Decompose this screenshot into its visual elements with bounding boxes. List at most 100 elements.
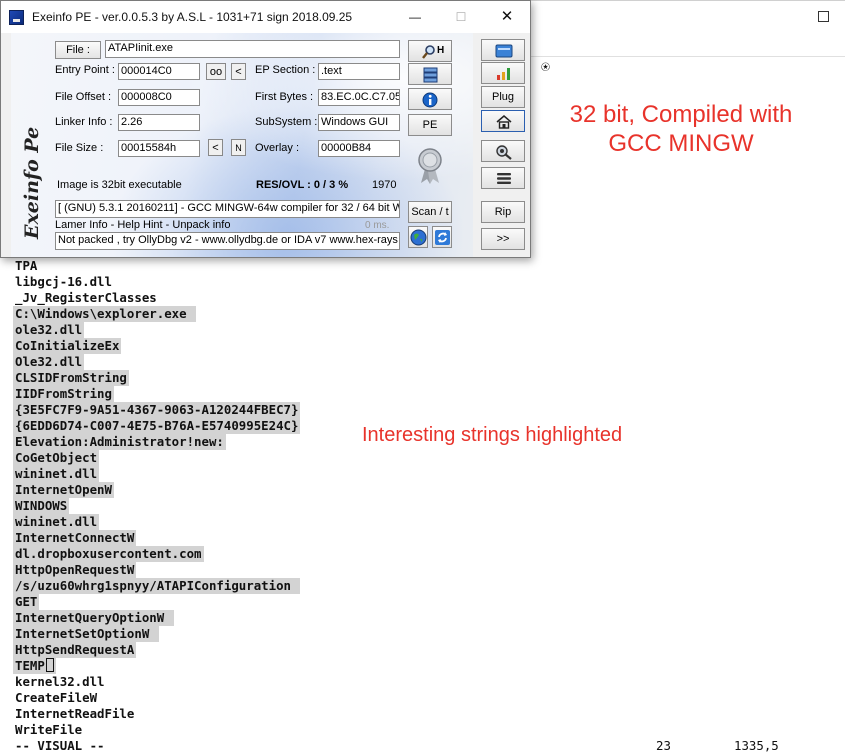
globe-icon xyxy=(410,229,427,246)
strings-line[interactable]: C:\Windows\explorer.exe xyxy=(13,306,197,322)
scan-button[interactable]: Scan / t xyxy=(408,201,452,223)
rip-button[interactable]: Rip xyxy=(481,201,525,223)
strings-line[interactable]: _Jv_RegisterClasses xyxy=(13,290,159,306)
window-title: Exeinfo PE - ver.0.0.5.3 by A.S.L - 1031… xyxy=(32,10,353,24)
strings-line[interactable]: TPA xyxy=(13,258,39,274)
sections-button[interactable] xyxy=(408,63,452,85)
unpack-hint-field[interactable]: Not packed , try OllyDbg v2 - www.ollydb… xyxy=(55,232,400,250)
exeinfo-titlebar[interactable]: Exeinfo PE - ver.0.0.5.3 by A.S.L - 1031… xyxy=(1,1,530,33)
size-prev-button[interactable]: < xyxy=(208,139,223,156)
entry-point-label: Entry Point : xyxy=(55,64,115,76)
plug-button[interactable]: Plug xyxy=(481,86,525,108)
strings-line[interactable]: wininet.dll xyxy=(13,466,100,482)
info-button[interactable] xyxy=(408,88,452,110)
search-hotkey: H xyxy=(437,45,445,56)
maximize-button[interactable]: ☐ xyxy=(438,1,484,33)
first-bytes-label: First Bytes : xyxy=(255,91,314,103)
year-text: 1970 xyxy=(372,179,397,191)
refresh-button[interactable] xyxy=(432,226,452,248)
app-icon xyxy=(9,10,24,25)
lamer-info-link[interactable]: Lamer Info - Help Hint - Unpack info xyxy=(55,219,230,231)
size-n-button[interactable]: N xyxy=(231,139,246,156)
folder-icon xyxy=(495,44,513,58)
strings-line[interactable]: ole32.dll xyxy=(13,322,85,338)
strings-line[interactable]: {6EDD6D74-C007-4E75-B76A-E5740995E24C} xyxy=(13,418,301,434)
exeinfo-logo: Exeinfo Pe xyxy=(21,127,43,240)
strings-line[interactable]: CoInitializeEx xyxy=(13,338,122,354)
exeinfo-client: Exeinfo Pe File : ATAPIinit.exe Entry Po… xyxy=(1,33,530,257)
info-icon xyxy=(422,92,438,108)
res-ovl-text: RES/OVL : 0 / 3 % xyxy=(256,179,349,191)
home-button[interactable] xyxy=(481,110,525,132)
strings-line[interactable]: InternetSetOptionW xyxy=(13,626,159,642)
subsystem-field[interactable]: Windows GUI xyxy=(318,114,400,131)
overlay-field[interactable]: 00000B84 xyxy=(318,140,400,157)
search-button[interactable]: H xyxy=(408,40,452,62)
strings-line[interactable]: InternetOpenW xyxy=(13,482,114,498)
file-size-field[interactable]: 00015584h xyxy=(118,140,200,157)
stack-icon xyxy=(423,67,438,83)
minimize-button[interactable]: — xyxy=(392,1,438,33)
bar-chart-icon xyxy=(497,68,510,80)
text-cursor xyxy=(45,658,54,672)
strings-line[interactable]: HttpOpenRequestW xyxy=(13,562,137,578)
strings-line[interactable]: IIDFromString xyxy=(13,386,114,402)
strings-line[interactable]: InternetQueryOptionW xyxy=(13,610,174,626)
strings-line[interactable]: Elevation:Administrator!new: xyxy=(13,434,226,450)
status-column: 23 xyxy=(656,738,671,753)
strings-line[interactable]: WriteFile xyxy=(13,722,84,738)
strings-line[interactable]: wininet.dll xyxy=(13,514,100,530)
cursor-icon: ⍟ xyxy=(541,58,551,76)
background-toolbar xyxy=(530,56,845,78)
image-info-text: Image is 32bit executable xyxy=(57,179,182,191)
file-button[interactable]: File : xyxy=(55,41,101,59)
overlay-label: Overlay : xyxy=(255,142,300,154)
menu-icon xyxy=(497,173,511,184)
status-mode: -- VISUAL -- xyxy=(15,738,105,753)
home-icon xyxy=(496,115,512,129)
strings-line[interactable]: GET xyxy=(13,594,40,610)
first-bytes-field[interactable]: 83.EC.0C.C7.05 xyxy=(318,89,400,106)
open-button[interactable] xyxy=(481,39,525,61)
strings-line[interactable]: Ole32.dll xyxy=(13,354,85,370)
file-size-label: File Size : xyxy=(55,142,104,154)
stats-button[interactable] xyxy=(481,62,525,84)
menu-button[interactable] xyxy=(481,167,525,189)
refresh-icon xyxy=(435,230,450,245)
file-offset-label: File Offset : xyxy=(55,91,112,103)
strings-line[interactable]: WINDOWS xyxy=(13,498,70,514)
svg-text:Exeinfo Pe: Exeinfo Pe xyxy=(21,127,43,240)
strings-line[interactable]: CLSIDFromString xyxy=(13,370,129,386)
linker-info-field[interactable]: 2.26 xyxy=(118,114,200,131)
strings-line[interactable]: HttpSendRequestA xyxy=(13,642,137,658)
web-button[interactable] xyxy=(408,226,428,248)
close-button[interactable]: ✕ xyxy=(484,1,530,33)
exeinfo-window: Exeinfo PE - ver.0.0.5.3 by A.S.L - 1031… xyxy=(0,0,531,258)
strings-line[interactable]: kernel32.dll xyxy=(13,674,107,690)
file-offset-field[interactable]: 000008C0 xyxy=(118,89,200,106)
subsystem-label: SubSystem : xyxy=(255,116,318,128)
next-button[interactable]: >> xyxy=(481,228,525,250)
pe-button[interactable]: PE xyxy=(408,114,452,136)
oo-button[interactable]: oo xyxy=(206,63,226,80)
timing-text: 0 ms. xyxy=(365,220,390,231)
tools-icon xyxy=(496,145,512,160)
strings-line[interactable]: dl.dropboxusercontent.com xyxy=(13,546,204,562)
strings-line[interactable]: TEMP xyxy=(13,658,56,674)
ep-section-field[interactable]: .text xyxy=(318,63,400,80)
entry-prev-button[interactable]: < xyxy=(231,63,246,80)
tools-button[interactable] xyxy=(481,140,525,162)
strings-line[interactable]: /s/uzu60whrg1spnyy/ATAPIConfiguration xyxy=(13,578,301,594)
strings-line[interactable]: InternetConnectW xyxy=(13,530,137,546)
detection-field[interactable]: [ (GNU) 5.3.1 20160211] - GCC MINGW-64w … xyxy=(55,200,400,218)
file-name-field[interactable]: ATAPIinit.exe xyxy=(105,40,400,58)
compiler-annotation: 32 bit, Compiled with GCC MINGW xyxy=(569,101,793,157)
strings-line[interactable]: CreateFileW xyxy=(13,690,99,706)
strings-line[interactable]: InternetReadFile xyxy=(13,706,136,722)
strings-line[interactable]: {3E5FC7F9-9A51-4367-9063-A120244FBEC7} xyxy=(13,402,301,418)
strings-line[interactable]: libgcj-16.dll xyxy=(13,274,114,290)
background-maximize-button[interactable] xyxy=(818,11,829,22)
ep-section-label: EP Section : xyxy=(255,64,316,76)
strings-line[interactable]: CoGetObject xyxy=(13,450,100,466)
entry-point-field[interactable]: 000014C0 xyxy=(118,63,200,80)
